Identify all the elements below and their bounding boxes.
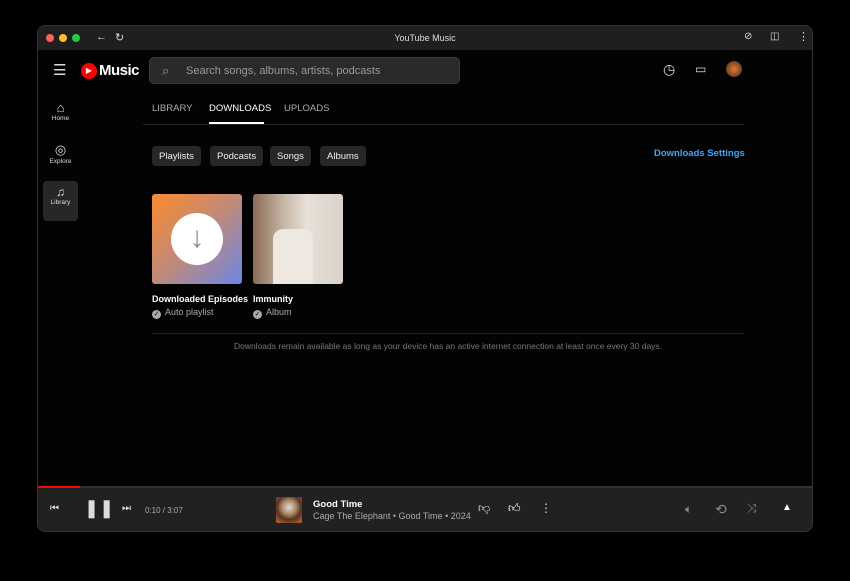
card-subtitle: ✓ Album [253, 307, 292, 319]
cast-icon[interactable]: ▭ [695, 62, 706, 76]
track-subtitle[interactable]: Cage The Elephant • Good Time • 2024 [313, 511, 471, 521]
card-subtitle-text: Auto playlist [165, 307, 214, 317]
previous-icon[interactable]: ⏮ [50, 503, 59, 514]
expand-icon[interactable]: ▲ [782, 502, 792, 513]
window-title: YouTube Music [394, 33, 456, 43]
extension-icon[interactable]: ◫ [770, 31, 779, 42]
repeat-icon[interactable]: ⟲ [715, 501, 727, 518]
more-options-icon[interactable]: ⋮ [540, 501, 552, 515]
search-placeholder: Search songs, albums, artists, podcasts [186, 65, 381, 77]
chip-albums[interactable]: Albums [320, 146, 366, 166]
chip-podcasts[interactable]: Podcasts [210, 146, 264, 166]
history-icon[interactable]: ◷ [663, 61, 675, 78]
divider [143, 124, 744, 125]
compass-icon: ◎ [54, 142, 67, 157]
library-icon: ♫ [56, 185, 65, 199]
tab-uploads[interactable]: UPLOADS [284, 103, 329, 114]
divider [152, 333, 744, 334]
chip-playlists[interactable]: Playlists [152, 146, 201, 166]
track-thumbnail[interactable] [276, 497, 302, 523]
track-title[interactable]: Good Time [313, 499, 362, 510]
sidebar-item-explore[interactable]: ◎ Explore [43, 142, 78, 182]
search-icon: ⌕ [162, 63, 170, 78]
card-subtitle-text: Album [266, 307, 292, 317]
shuffle-icon[interactable]: ⤨ [747, 501, 757, 516]
tab-downloads[interactable]: DOWNLOADS [209, 103, 271, 114]
sidebar-label: Home [51, 115, 70, 122]
immunity-album-card[interactable] [253, 194, 343, 284]
downloads-settings-link[interactable]: Downloads Settings [654, 148, 745, 159]
title-bar: ← ↻ YouTube Music ⊘ ◫ ⋮ [38, 26, 812, 50]
album-art [273, 229, 313, 284]
youtube-music-logo-icon[interactable]: ▶ [81, 63, 97, 79]
card-title[interactable]: Downloaded Episodes [152, 294, 248, 304]
sidebar-label: Library [50, 199, 71, 206]
menu-icon[interactable]: ☰ [53, 61, 66, 79]
search-input[interactable]: ⌕ Search songs, albums, artists, podcast… [149, 57, 460, 84]
sidebar-item-home[interactable]: ⌂ Home [43, 100, 78, 140]
card-title[interactable]: Immunity [253, 294, 293, 304]
header: ☰ ▶ Music ⌕ Search songs, albums, artist… [38, 50, 812, 92]
eye-off-icon[interactable]: ⊘ [744, 31, 752, 42]
sidebar-item-library[interactable]: ♫ Library [43, 181, 78, 221]
chip-songs[interactable]: Songs [270, 146, 311, 166]
time-display: 0:10 / 3:07 [145, 506, 183, 515]
home-icon: ⌂ [56, 100, 65, 115]
card-subtitle: ✓ Auto playlist [152, 307, 214, 319]
player-bar: ⏮ ❚❚ ⏭ 0:10 / 3:07 Good Time Cage The El… [38, 488, 812, 531]
tab-library[interactable]: LIBRARY [152, 103, 192, 114]
check-icon: ✓ [253, 310, 262, 319]
thumbs-up-icon[interactable]: 👍︎ [508, 501, 521, 516]
check-icon: ✓ [152, 310, 161, 319]
downloaded-episodes-card[interactable]: ↓ [152, 194, 242, 284]
volume-icon[interactable]: 🔈︎ [685, 502, 692, 517]
browser-window: ← ↻ YouTube Music ⊘ ◫ ⋮ ☰ ▶ Music ⌕ Sear… [37, 25, 813, 532]
more-icon[interactable]: ⋮ [798, 30, 809, 43]
downloads-note: Downloads remain available as long as yo… [233, 341, 663, 351]
download-icon: ↓ [171, 213, 223, 265]
next-icon[interactable]: ⏭ [122, 503, 131, 514]
thumbs-down-icon[interactable]: 👎︎ [478, 501, 490, 516]
sidebar-label: Explore [49, 158, 72, 165]
avatar[interactable] [726, 61, 742, 77]
logo-text[interactable]: Music [99, 62, 140, 79]
pause-icon[interactable]: ❚❚ [84, 498, 114, 519]
